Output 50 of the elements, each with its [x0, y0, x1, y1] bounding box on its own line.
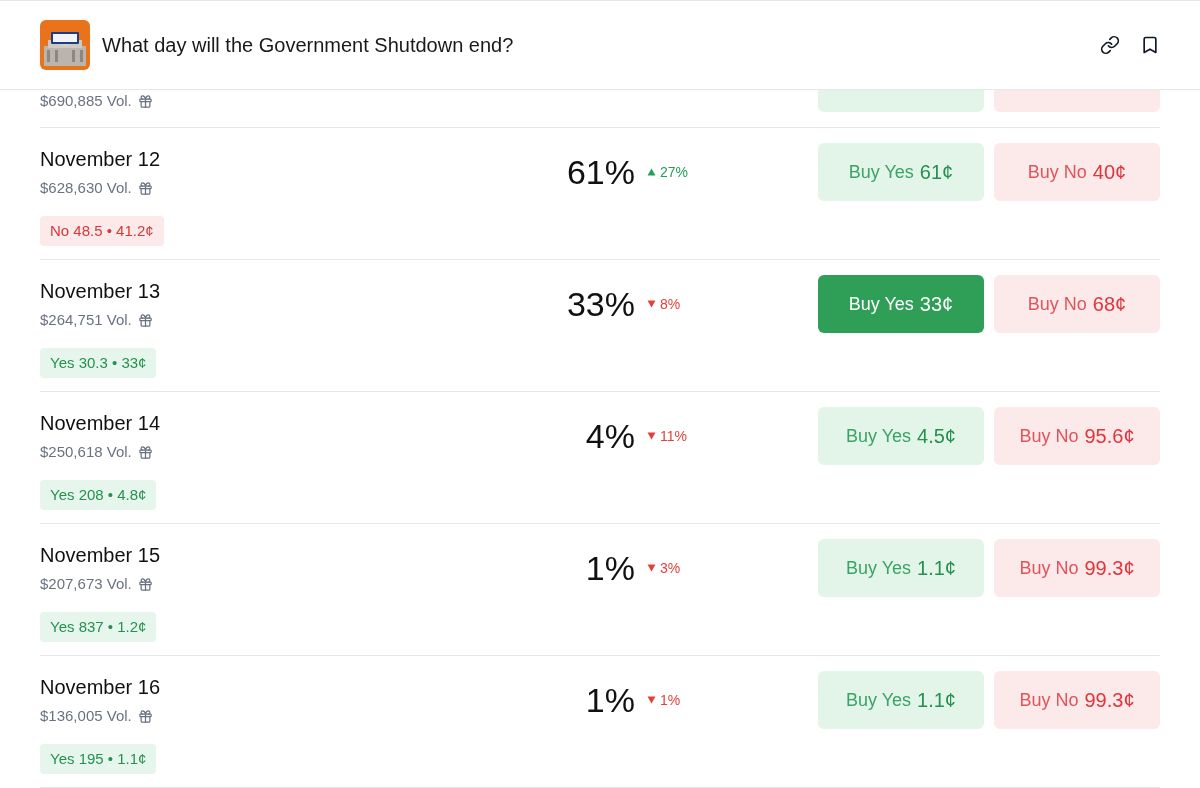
buy-yes-button[interactable]: Buy Yes 61¢: [818, 143, 984, 201]
gift-icon: [137, 576, 153, 592]
date-label: November 13: [40, 279, 162, 304]
buy-no-button[interactable]: Buy No 99.3¢: [994, 539, 1160, 597]
buy-yes-button[interactable]: Buy Yes 33¢: [818, 275, 984, 333]
volume-text: $136,005 Vol.: [40, 706, 132, 726]
change-text: 8%: [660, 295, 681, 314]
chance-percent: 61%: [565, 151, 635, 193]
position-tag: Yes 195 • 1.1¢: [40, 743, 157, 774]
buy-no-button[interactable]: Buy No 40¢: [994, 143, 1160, 201]
change-text: 27%: [660, 163, 689, 182]
date-label: November 16: [40, 675, 162, 700]
gift-icon: [137, 312, 153, 328]
buy-no-button[interactable]: Buy No 95.6¢: [994, 407, 1160, 465]
buy-yes-button[interactable]: Buy Yes 4.5¢: [818, 407, 984, 465]
down-triangle-icon: [647, 300, 656, 308]
volume-text: $264,751 Vol.: [40, 310, 132, 330]
position-tag: Yes 30.3 • 33¢: [40, 347, 157, 378]
down-triangle-icon: [647, 564, 656, 572]
position-tag: No 48.5 • 41.2¢: [40, 215, 164, 246]
gift-icon: [137, 444, 153, 460]
chance-percent: 1%: [584, 679, 635, 721]
link-icon[interactable]: [1100, 35, 1120, 55]
bookmark-icon[interactable]: [1140, 35, 1160, 55]
volume-text: $250,618 Vol.: [40, 442, 132, 462]
buy-no-button[interactable]: Buy No 68¢: [994, 275, 1160, 333]
gift-icon: [137, 180, 153, 196]
buy-no-button[interactable]: Buy No 99.3¢: [994, 671, 1160, 729]
market-title: What day will the Government Shutdown end?: [102, 33, 514, 58]
position-tag: Yes 837 • 1.2¢: [40, 611, 157, 642]
chance-percent: 33%: [565, 283, 635, 325]
buy-yes-button[interactable]: Buy Yes 1.1¢: [818, 671, 984, 729]
date-label: November 12: [40, 147, 162, 172]
chance-percent: 1%: [584, 547, 635, 589]
date-label: November 14: [40, 411, 162, 436]
change-text: 1%: [660, 691, 681, 710]
volume-text: $690,885 Vol.: [40, 91, 132, 111]
change-text: 3%: [660, 559, 681, 578]
chance-percent: 4%: [584, 415, 635, 457]
down-triangle-icon: [647, 432, 656, 440]
volume-text: $628,630 Vol.: [40, 178, 132, 198]
down-triangle-icon: [647, 696, 656, 704]
gift-icon: [137, 93, 153, 109]
volume-text: $207,673 Vol.: [40, 574, 132, 594]
position-tag: Yes 208 • 4.8¢: [40, 479, 157, 510]
up-triangle-icon: [647, 168, 656, 176]
date-label: November 15: [40, 543, 162, 568]
gift-icon: [137, 708, 153, 724]
buy-yes-button[interactable]: Buy Yes 1.1¢: [818, 539, 984, 597]
change-text: 11%: [660, 427, 687, 446]
